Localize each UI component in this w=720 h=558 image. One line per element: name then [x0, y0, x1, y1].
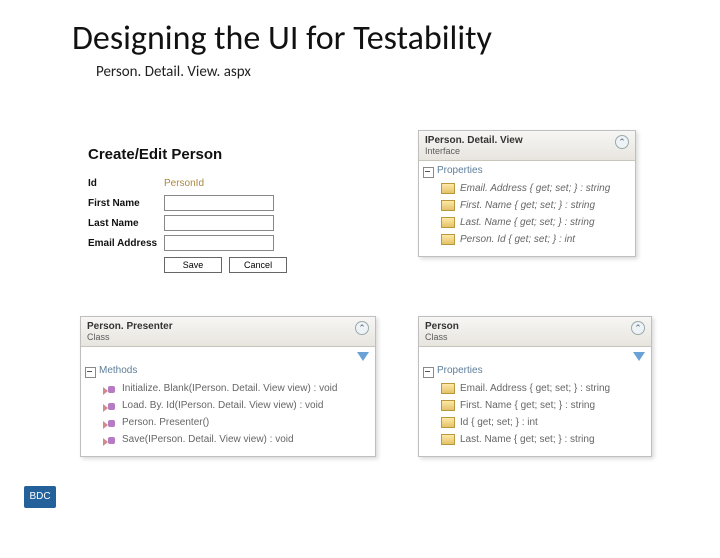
class-box-personpresenter: Person. Presenter Class ⌃ Methods Initia…	[80, 316, 376, 457]
form-row-last: Last Name	[88, 213, 368, 233]
form-row-first: First Name	[88, 193, 368, 213]
member: Last. Name { get; set; } : string	[460, 434, 595, 445]
last-name-input[interactable]	[164, 215, 274, 231]
member: First. Name { get; set; } : string	[460, 200, 595, 211]
property-icon	[441, 217, 455, 228]
method-icon	[103, 434, 117, 445]
id-value: PersonId	[164, 178, 204, 189]
class-stereotype: Interface	[425, 146, 523, 156]
first-name-label: First Name	[88, 198, 164, 209]
member: Last. Name { get; set; } : string	[460, 217, 595, 228]
member-list: Email. Address { get; set; } : string Fi…	[419, 378, 651, 456]
collapse-icon[interactable]: ⌃	[355, 321, 369, 335]
id-label: Id	[88, 178, 164, 189]
member: Person. Id { get; set; } : int	[460, 234, 575, 245]
property-icon	[441, 434, 455, 445]
slide-number-badge: BDC	[24, 486, 56, 508]
filter-icon[interactable]	[633, 352, 645, 361]
class-box-person: Person Class ⌃ Properties Email. Address…	[418, 316, 652, 457]
class-name: Person. Presenter	[87, 321, 173, 332]
form-heading: Create/Edit Person	[88, 146, 368, 163]
email-label: Email Address	[88, 238, 164, 249]
collapse-icon[interactable]: ⌃	[631, 321, 645, 335]
class-header: Person Class ⌃	[419, 317, 651, 347]
collapse-icon[interactable]: ⌃	[615, 135, 629, 149]
member: First. Name { get; set; } : string	[460, 400, 595, 411]
first-name-input[interactable]	[164, 195, 274, 211]
class-box-ipersondetailview: IPerson. Detail. View Interface ⌃ Proper…	[418, 130, 636, 257]
save-button[interactable]: Save	[164, 257, 222, 273]
section-methods[interactable]: Methods	[81, 361, 375, 378]
filter-icon[interactable]	[357, 352, 369, 361]
last-name-label: Last Name	[88, 218, 164, 229]
section-properties[interactable]: Properties	[419, 161, 635, 178]
property-icon	[441, 234, 455, 245]
cancel-button[interactable]: Cancel	[229, 257, 287, 273]
property-icon	[441, 417, 455, 428]
email-input[interactable]	[164, 235, 274, 251]
method-icon	[103, 417, 117, 428]
class-header: IPerson. Detail. View Interface ⌃	[419, 131, 635, 161]
property-icon	[441, 383, 455, 394]
member: Initialize. Blank(IPerson. Detail. View …	[122, 383, 337, 394]
slide-title: Designing the UI for Testability	[72, 18, 720, 59]
member: Load. By. Id(IPerson. Detail. View view)…	[122, 400, 323, 411]
member: Save(IPerson. Detail. View view) : void	[122, 434, 294, 445]
class-header: Person. Presenter Class ⌃	[81, 317, 375, 347]
class-stereotype: Class	[425, 332, 459, 342]
class-name: Person	[425, 321, 459, 332]
class-stereotype: Class	[87, 332, 173, 342]
member-list: Email. Address { get; set; } : string Fi…	[419, 178, 635, 256]
member: Email. Address { get; set; } : string	[460, 183, 610, 194]
member: Email. Address { get; set; } : string	[460, 383, 610, 394]
member-list: Initialize. Blank(IPerson. Detail. View …	[81, 378, 375, 456]
form-row-id: Id PersonId	[88, 173, 368, 193]
form-row-email: Email Address	[88, 233, 368, 253]
member: Person. Presenter()	[122, 417, 209, 428]
form-caption: Person. Detail. View. aspx	[96, 63, 720, 81]
member: Id { get; set; } : int	[460, 417, 538, 428]
section-properties[interactable]: Properties	[419, 361, 651, 378]
method-icon	[103, 383, 117, 394]
property-icon	[441, 200, 455, 211]
form-button-row: Save Cancel	[88, 257, 368, 273]
property-icon	[441, 183, 455, 194]
class-name: IPerson. Detail. View	[425, 135, 523, 146]
property-icon	[441, 400, 455, 411]
method-icon	[103, 400, 117, 411]
form-panel: Create/Edit Person Id PersonId First Nam…	[88, 146, 368, 273]
